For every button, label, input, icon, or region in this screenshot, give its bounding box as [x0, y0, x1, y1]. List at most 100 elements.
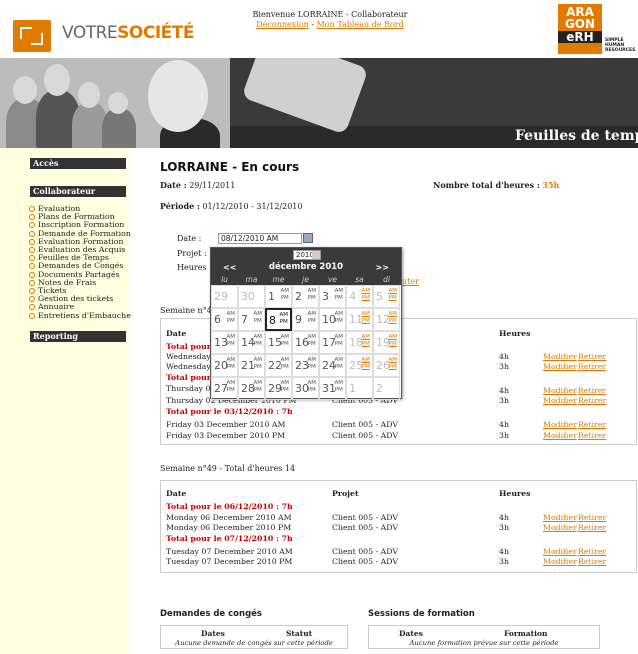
- entry-heures: 3h: [499, 362, 509, 371]
- date-picker-popup: 2010 << décembre 2010 >> lu ma me je ve …: [210, 247, 402, 400]
- bullet-icon: [29, 214, 35, 221]
- calendar-day[interactable]: 28 AM PM: [238, 377, 265, 400]
- conges-empty: Aucune demande de congés sur cette pério…: [175, 639, 333, 647]
- entry-date: Thursday 0: [166, 384, 211, 393]
- col-heures-header: Heures: [499, 329, 531, 338]
- entry-heures: 4h: [499, 352, 509, 361]
- calendar-day[interactable]: 5 AM PM: [373, 285, 400, 308]
- calendar-day[interactable]: 23 AM PM: [292, 354, 319, 377]
- dashboard-link[interactable]: Mon Tableau de Bord: [317, 20, 404, 29]
- calendar-day[interactable]: 31 AM PM: [319, 377, 346, 400]
- calendar-month-title: décembre 2010: [268, 262, 344, 272]
- total-hours: Nombre total d'heures : 35h: [433, 180, 560, 190]
- calendar-day[interactable]: 27 AM PM: [211, 377, 238, 400]
- periode-line: Période : 01/12/2010 - 31/12/2010: [160, 201, 303, 211]
- calendar-day[interactable]: 3 AM PM: [319, 285, 346, 308]
- entry-heures: 3h: [499, 557, 509, 566]
- modify-link[interactable]: Modifier: [543, 396, 577, 405]
- modify-link[interactable]: Modifier: [543, 547, 577, 556]
- year-select[interactable]: 2010: [293, 250, 321, 260]
- next-month-button[interactable]: >>: [376, 263, 389, 272]
- calendar-day[interactable]: 7 AM PM: [238, 308, 265, 331]
- remove-link[interactable]: Retirer: [578, 386, 606, 395]
- formation-empty: Aucune formation prévue sur cette périod…: [409, 639, 559, 647]
- sidebar-item-entretiens[interactable]: Entretiens d'Embauche: [29, 311, 131, 320]
- col-projet-header: Projet: [332, 489, 359, 498]
- remove-link[interactable]: Retirer: [578, 362, 606, 371]
- calendar-day[interactable]: 15 AM PM: [265, 331, 292, 354]
- calendar-day[interactable]: 30 AM PM: [292, 377, 319, 400]
- calendar-day[interactable]: 17 AM PM: [319, 331, 346, 354]
- entry-date: Friday 03 December 2010 AM: [166, 420, 286, 429]
- calendar-day[interactable]: 20 AM PM: [211, 354, 238, 377]
- day-total: Total pour le 07/12/2010 : 7h: [166, 534, 293, 543]
- modify-link[interactable]: Modifier: [543, 352, 577, 361]
- remove-link[interactable]: Retirer: [578, 431, 606, 440]
- bullet-icon: [29, 296, 35, 303]
- modify-link[interactable]: Modifier: [543, 386, 577, 395]
- calendar-day[interactable]: 11 AM PM: [346, 308, 373, 331]
- modify-link[interactable]: Modifier: [543, 557, 577, 566]
- calendar-day[interactable]: 22 AM PM: [265, 354, 292, 377]
- modify-link[interactable]: Modifier: [543, 431, 577, 440]
- calendar-day[interactable]: 19 AM PM: [373, 331, 400, 354]
- calendar-day[interactable]: 13 AM PM: [211, 331, 238, 354]
- calendar-day: 2: [373, 377, 400, 400]
- ajouter-link[interactable]: uter: [402, 277, 419, 286]
- entry-heures: 4h: [499, 386, 509, 395]
- entry-date: Monday 06 December 2010 PM: [166, 523, 292, 532]
- modify-link[interactable]: Modifier: [543, 420, 577, 429]
- week48-label: Semaine n°4: [160, 306, 212, 315]
- chevron-down-icon: [312, 251, 320, 259]
- calendar-day[interactable]: 25 AM PM: [346, 354, 373, 377]
- calendar-day[interactable]: 12 AM PM: [373, 308, 400, 331]
- form-heures-label: Heures :: [177, 263, 212, 272]
- calendar-weekdays: lu ma me je ve sa di: [211, 274, 401, 285]
- remove-link[interactable]: Retirer: [578, 557, 606, 566]
- bullet-icon: [29, 206, 35, 212]
- company-name: VOTRESOCIÉTÉ: [62, 23, 194, 43]
- remove-link[interactable]: Retirer: [578, 547, 606, 556]
- modify-link[interactable]: Modifier: [543, 513, 577, 522]
- logout-link[interactable]: Déconnexion: [256, 20, 309, 29]
- calendar-day: 1: [346, 377, 373, 400]
- calendar-day[interactable]: 24 AM PM: [319, 354, 346, 377]
- date-input[interactable]: 08/12/2010 AM: [218, 233, 302, 244]
- modify-link[interactable]: Modifier: [543, 523, 577, 532]
- remove-link[interactable]: Retirer: [578, 420, 606, 429]
- calendar-day[interactable]: 1 AM PM: [265, 285, 292, 308]
- calendar-day[interactable]: 26 AM PM: [373, 354, 400, 377]
- bullet-icon: [29, 312, 35, 319]
- entry-heures: 3h: [499, 396, 509, 405]
- col-heures-header: Heures: [499, 489, 531, 498]
- entry-projet: Client 005 - ADV: [332, 431, 399, 440]
- sidebar-section-acces[interactable]: Accès: [30, 158, 126, 169]
- remove-link[interactable]: Retirer: [578, 396, 606, 405]
- calendar-icon[interactable]: [303, 233, 313, 243]
- day-total: Total pour: [166, 342, 211, 351]
- calendar-day[interactable]: 4 AM PM: [346, 285, 373, 308]
- calendar-day[interactable]: 8 AM PM: [265, 308, 292, 331]
- calendar-day[interactable]: 21 AM PM: [238, 354, 265, 377]
- calendar-day[interactable]: 29 AM PM: [265, 377, 292, 400]
- bullet-icon: [29, 271, 35, 278]
- banner-title: Feuilles de temp: [515, 128, 638, 144]
- calendar-day[interactable]: 16 AM PM: [292, 331, 319, 354]
- entry-date: Wednesday: [166, 362, 211, 371]
- form-date-label: Date :: [177, 234, 202, 243]
- calendar-day[interactable]: 18 AM PM: [346, 331, 373, 354]
- modify-link[interactable]: Modifier: [543, 362, 577, 371]
- calendar-day[interactable]: 14 AM PM: [238, 331, 265, 354]
- sidebar-section-reporting[interactable]: Reporting: [30, 331, 126, 342]
- calendar-day[interactable]: 6 AM PM: [211, 308, 238, 331]
- remove-link[interactable]: Retirer: [578, 513, 606, 522]
- remove-link[interactable]: Retirer: [578, 352, 606, 361]
- calendar-day[interactable]: 10 AM PM: [319, 308, 346, 331]
- bullet-icon: [29, 230, 35, 237]
- calendar-day: 29: [211, 285, 238, 308]
- calendar-day[interactable]: 9 AM PM: [292, 308, 319, 331]
- calendar-day[interactable]: 2 AM PM: [292, 285, 319, 308]
- aragon-logo: ARA GON eRH: [558, 4, 602, 54]
- remove-link[interactable]: Retirer: [578, 523, 606, 532]
- sidebar-section-collaborateur[interactable]: Collaborateur: [30, 186, 126, 197]
